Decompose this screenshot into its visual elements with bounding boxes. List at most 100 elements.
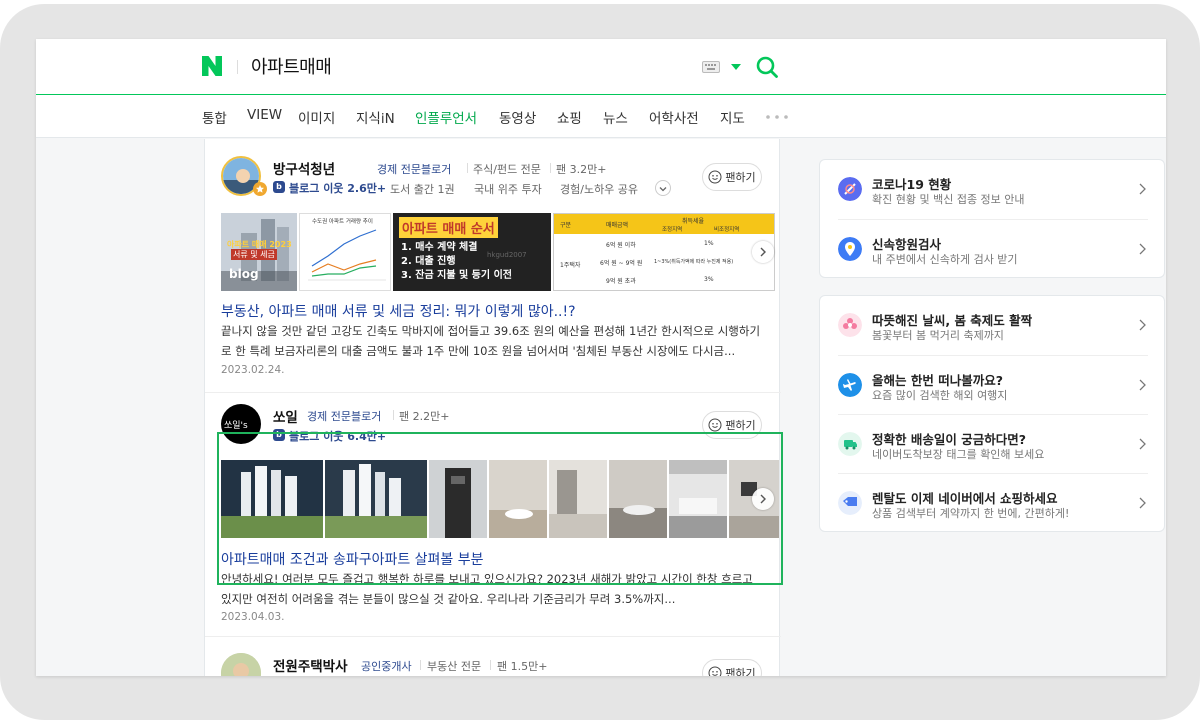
post-title-prefix: 부동산, bbox=[221, 304, 269, 320]
tab-map[interactable]: 지도 bbox=[720, 107, 745, 127]
thumb-blog-label: blog bbox=[229, 267, 259, 281]
thumb-table-header: 조정지역 bbox=[662, 227, 683, 233]
thumbnail-table-image[interactable]: 구분 매매금액 취득세율 조정지역 비조정지역 1주택자 6억 원 이하 1% … bbox=[553, 213, 775, 291]
side-item-subtitle: 네이버도착보장 태그를 확인해 보세요 bbox=[872, 448, 1045, 461]
side-item-rapid-test[interactable]: 신속항원검사 내 주변에서 신속하게 검사 받기 bbox=[820, 220, 1166, 279]
blog-badge-icon: b bbox=[273, 181, 285, 193]
author-name[interactable]: 전원주택박사 bbox=[273, 655, 348, 675]
avatar[interactable] bbox=[221, 653, 261, 676]
tab-dictionary[interactable]: 어학사전 bbox=[649, 107, 699, 127]
chevron-right-icon bbox=[1139, 319, 1146, 331]
side-item-travel[interactable]: 올해는 한번 떠나볼까요? 요즘 많이 검색한 해외 여행지 bbox=[820, 356, 1166, 415]
post-title[interactable]: 부동산, 아파트 매매 서류 및 세금 정리: 뭐가 이렇게 많아..!? bbox=[221, 301, 576, 321]
tab-video[interactable]: 동영상 bbox=[499, 107, 536, 127]
author-topic: 부동산 전문 bbox=[427, 660, 482, 673]
side-item-delivery[interactable]: 정확한 배송일이 궁금하다면? 네이버도착보장 태그를 확인해 보세요 bbox=[820, 415, 1166, 474]
thumb-table-row-label: 1주택자 bbox=[560, 262, 581, 269]
tab-shopping[interactable]: 쇼핑 bbox=[557, 107, 582, 127]
post-divider bbox=[205, 392, 781, 393]
fan-count: 팬 2.2만+ bbox=[399, 410, 450, 423]
thumb-steps-title: 아파트 매매 순서 bbox=[399, 217, 498, 238]
delivery-icon bbox=[838, 432, 862, 456]
fan-count: 팬 3.2만+ bbox=[556, 163, 607, 176]
chevron-right-icon bbox=[1139, 183, 1146, 195]
chevron-right-icon bbox=[760, 247, 766, 257]
author-category: 경제 전문블로거 bbox=[307, 410, 382, 423]
smile-icon bbox=[708, 666, 722, 676]
naver-logo-icon[interactable] bbox=[200, 54, 224, 78]
book-info: 도서 출간 1권 bbox=[390, 183, 455, 196]
location-icon bbox=[838, 237, 862, 261]
author-category: 경제 전문블로거 bbox=[377, 163, 452, 176]
smile-icon bbox=[708, 418, 722, 432]
meta-separator bbox=[467, 163, 468, 173]
thumb-steps-list: 1. 매수 계약 체결 2. 대출 진행 3. 잔금 지불 및 등기 이전 bbox=[401, 241, 512, 283]
fan-button[interactable]: 팬하기 bbox=[702, 659, 762, 676]
selected-post-highlight bbox=[217, 432, 783, 585]
thumbnail-chart-image[interactable]: 수도권 아파트 거래량 추이 bbox=[299, 213, 391, 291]
side-item-covid[interactable]: 코로나19 현황 확진 현황 및 백신 접종 정보 안내 bbox=[820, 160, 1166, 219]
meta-separator bbox=[490, 660, 491, 670]
side-panel-covid: 코로나19 현황 확진 현황 및 백신 접종 정보 안내 신속항원검사 내 주변… bbox=[819, 159, 1165, 278]
chevron-down-icon bbox=[659, 187, 667, 192]
fan-button-label: 팬하기 bbox=[725, 171, 756, 184]
flower-icon bbox=[838, 313, 862, 337]
author-name[interactable]: 방구석청년 bbox=[273, 158, 335, 178]
career-info: 경험/노하우 공유 bbox=[560, 183, 639, 196]
thumb-subtitle: 서류 및 세금 bbox=[231, 249, 277, 260]
screenshot-frame: 아파트매매 통합 VIEW 이미지 지식iN 인플루언서 동영상 쇼핑 뉴스 어… bbox=[0, 0, 1200, 724]
chevron-right-icon bbox=[1139, 379, 1146, 391]
thumbnail-image[interactable]: 아파트 매매 2023 서류 및 세금 blog bbox=[221, 213, 297, 291]
thumb-table-cell: 3% bbox=[704, 276, 714, 283]
tab-images[interactable]: 이미지 bbox=[298, 107, 335, 127]
dropdown-caret-icon[interactable] bbox=[731, 64, 741, 70]
more-dots-icon[interactable] bbox=[766, 115, 788, 119]
side-item-subtitle: 요즘 많이 검색한 해외 여행지 bbox=[872, 389, 1008, 402]
post-date: 2023.04.03. bbox=[221, 611, 285, 623]
meta-separator bbox=[420, 660, 421, 670]
side-item-spring-festival[interactable]: 따뜻해진 날씨, 봄 축제도 활짝 봄꽃부터 봄 먹거리 축제까지 bbox=[820, 296, 1166, 355]
rental-tag-icon bbox=[838, 491, 862, 515]
tab-all[interactable]: 통합 bbox=[202, 107, 227, 127]
influencer-results: 방구석청년 경제 전문블로거 주식/펀드 전문 팬 3.2만+ b 블로그 이웃… bbox=[204, 139, 783, 676]
author-category: 공인중개사 bbox=[361, 660, 412, 673]
thumb-table-header: 구분 bbox=[560, 222, 572, 229]
tab-knowledge-in[interactable]: 지식iN bbox=[356, 107, 395, 127]
fan-button[interactable]: 팬하기 bbox=[702, 163, 762, 191]
avatar-text: 쏘일's bbox=[224, 421, 248, 431]
fan-button-label: 팬하기 bbox=[725, 419, 756, 432]
thumb-watermark: hkgud2007 bbox=[487, 251, 527, 259]
side-panel-recommend: 따뜻해진 날씨, 봄 축제도 활짝 봄꽃부터 봄 먹거리 축제까지 올해는 한번… bbox=[819, 295, 1165, 532]
thumb-table-cell: 6억 원 ~ 9억 원 bbox=[600, 260, 643, 267]
thumbnail-next-button[interactable] bbox=[752, 241, 774, 263]
side-item-rental[interactable]: 렌탈도 이제 네이버에서 쇼핑하세요 상품 검색부터 계약까지 한 번에, 간편… bbox=[820, 474, 1166, 533]
side-item-subtitle: 상품 검색부터 계약까지 한 번에, 간편하게! bbox=[872, 507, 1070, 520]
post-divider bbox=[205, 636, 781, 637]
tab-view[interactable]: VIEW bbox=[247, 107, 282, 123]
tab-news[interactable]: 뉴스 bbox=[603, 107, 628, 127]
side-item-subtitle: 내 주변에서 신속하게 검사 받기 bbox=[872, 253, 1018, 266]
search-tabs: 통합 VIEW 이미지 지식iN 인플루언서 동영상 쇼핑 뉴스 어학사전 지도 bbox=[36, 95, 1166, 138]
author-topic: 주식/펀드 전문 bbox=[473, 163, 541, 176]
search-header: 아파트매매 bbox=[36, 39, 1166, 95]
thumbnail-steps-image[interactable]: 아파트 매매 순서 1. 매수 계약 체결 2. 대출 진행 3. 잔금 지불 … bbox=[393, 213, 551, 291]
thumb-table-cell: 1~3%(취득가액에 따라 누진제 적용) bbox=[654, 259, 734, 265]
thumb-table-header: 취득세율 bbox=[682, 218, 705, 225]
post-thumbnails[interactable]: 아파트 매매 2023 서류 및 세금 blog 수도권 아파트 거래량 추이 bbox=[221, 213, 779, 291]
keyboard-icon[interactable] bbox=[702, 61, 720, 73]
chevron-right-icon bbox=[1139, 243, 1146, 255]
post-description: 끝나지 않을 것만 같던 고강도 긴축도 막바지에 접어들고 39.6조 원의 … bbox=[221, 324, 761, 358]
meta-separator bbox=[550, 163, 551, 173]
chevron-right-icon bbox=[1139, 497, 1146, 509]
expand-info-button[interactable] bbox=[655, 180, 671, 196]
tab-influencer[interactable]: 인플루언서 bbox=[415, 107, 477, 127]
thumb-table-cell: 9억 원 초과 bbox=[606, 278, 636, 285]
blog-neighbors: 블로그 이웃 2.6만+ bbox=[289, 182, 387, 195]
thumb-step: 3. 잔금 지불 및 등기 이전 bbox=[401, 270, 512, 281]
side-item-subtitle: 봄꽃부터 봄 먹거리 축제까지 bbox=[872, 329, 1004, 342]
thumb-table-cell: 1% bbox=[704, 240, 714, 247]
search-query-input[interactable]: 아파트매매 bbox=[251, 53, 332, 79]
author-name[interactable]: 쏘일 bbox=[273, 406, 298, 426]
search-icon[interactable] bbox=[755, 55, 779, 79]
fan-button-label: 팬하기 bbox=[725, 667, 756, 676]
